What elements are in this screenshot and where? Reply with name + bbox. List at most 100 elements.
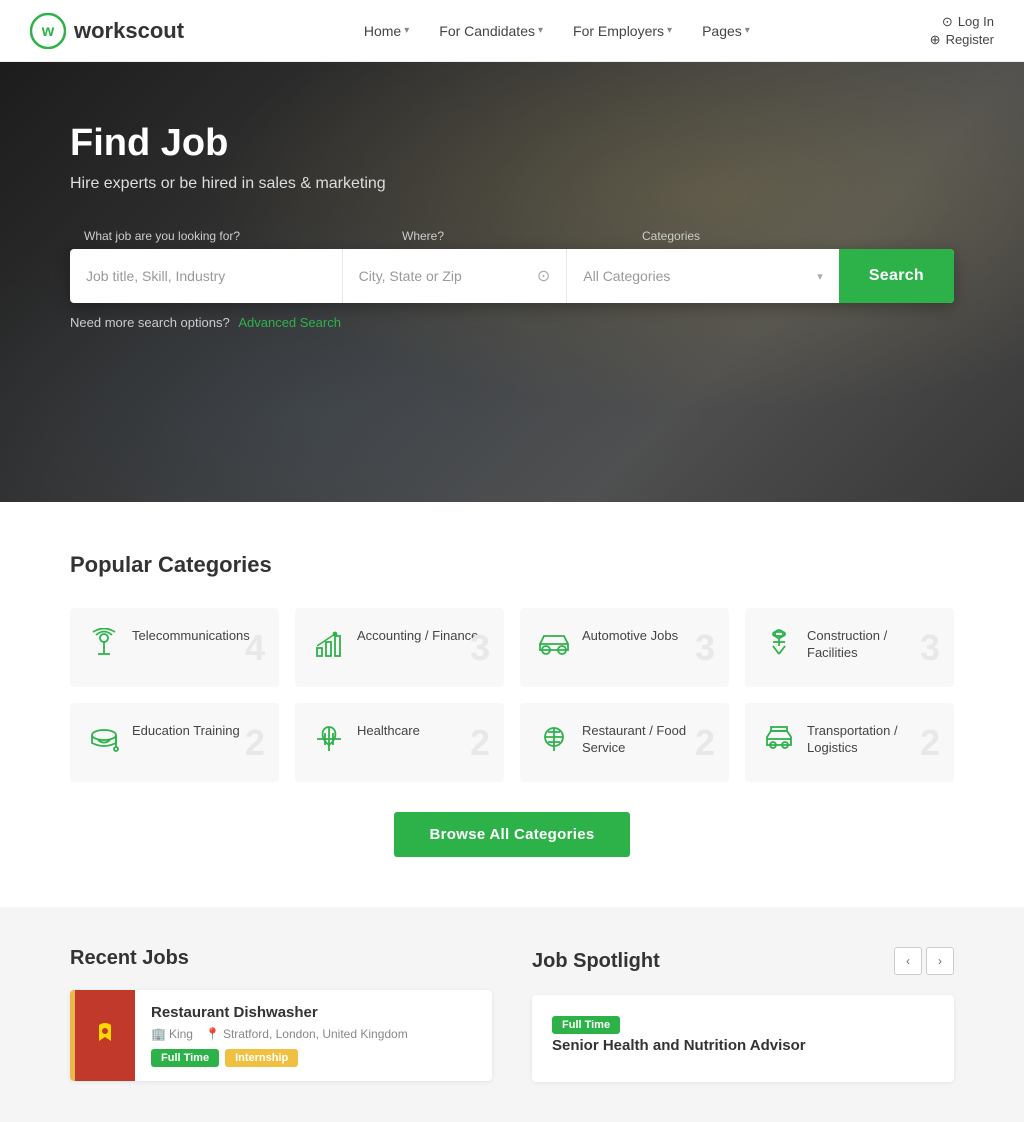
header: w workscout Home ▾ For Candidates ▾ For … xyxy=(0,0,1024,62)
auth-links: ⊙ Log In ⊕ Register xyxy=(930,14,994,48)
restaurant-count: 2 xyxy=(695,722,715,764)
spotlight-job-title: Senior Health and Nutrition Advisor xyxy=(552,1037,934,1054)
category-chevron-icon: ▾ xyxy=(817,270,823,283)
main-nav: Home ▾ For Candidates ▾ For Employers ▾ … xyxy=(352,15,762,47)
home-chevron-icon: ▾ xyxy=(404,25,409,36)
search-box: ⊙ All Categories Accounting / Finance Au… xyxy=(70,249,954,303)
spotlight-next-button[interactable]: › xyxy=(926,947,954,975)
spotlight-nav: ‹ › xyxy=(894,947,954,975)
spotlight-title: Job Spotlight xyxy=(532,950,660,973)
job-search-field[interactable] xyxy=(70,249,343,303)
automotive-icon xyxy=(536,628,572,663)
category-card-education[interactable]: Education Training 2 xyxy=(70,703,279,782)
healthcare-count: 2 xyxy=(470,722,490,764)
education-info: Education Training xyxy=(132,723,263,740)
logo-text: workscout xyxy=(74,18,184,44)
location-meta: 📍 Stratford, London, United Kingdom xyxy=(205,1027,408,1041)
register-icon: ⊕ xyxy=(930,32,941,48)
bottom-section: Recent Jobs Restaurant Dishwasher 🏢 xyxy=(0,907,1024,1122)
categories-title: Popular Categories xyxy=(70,552,954,578)
recent-jobs: Recent Jobs Restaurant Dishwasher 🏢 xyxy=(70,947,492,1082)
category-label: Categories xyxy=(630,223,712,249)
badge-internship: Internship xyxy=(225,1049,298,1067)
hero-section: Find Job Hire experts or be hired in sal… xyxy=(0,62,1024,502)
category-field[interactable]: All Categories Accounting / Finance Auto… xyxy=(567,249,839,303)
advanced-search-bar: Need more search options? Advanced Searc… xyxy=(70,315,954,330)
category-card-telecom[interactable]: Telecommunications 4 xyxy=(70,608,279,687)
category-card-construction[interactable]: Construction / Facilities 3 xyxy=(745,608,954,687)
categories-grid: Telecommunications 4 Accounting / Financ… xyxy=(70,608,954,782)
location-pin-icon: 📍 xyxy=(205,1027,220,1041)
restaurant-icon xyxy=(536,723,572,762)
telecom-count: 4 xyxy=(245,627,265,669)
finance-name: Accounting / Finance xyxy=(357,628,488,645)
what-label: What job are you looking for? xyxy=(70,223,390,249)
location-field[interactable]: ⊙ xyxy=(343,249,568,303)
logo-icon: w xyxy=(30,13,66,49)
finance-count: 3 xyxy=(470,627,490,669)
category-select[interactable]: All Categories Accounting / Finance Auto… xyxy=(583,268,811,284)
telecom-name: Telecommunications xyxy=(132,628,263,645)
spotlight-badge: Full Time xyxy=(552,1016,620,1034)
advanced-search-link[interactable]: Advanced Search xyxy=(238,315,341,330)
nav-employers[interactable]: For Employers ▾ xyxy=(561,15,684,47)
healthcare-info: Healthcare xyxy=(357,723,488,740)
nav-pages[interactable]: Pages ▾ xyxy=(690,15,762,47)
browse-all-button[interactable]: Browse All Categories xyxy=(394,812,631,857)
nav-home[interactable]: Home ▾ xyxy=(352,15,421,47)
location-input[interactable] xyxy=(359,268,529,284)
job-badges: Full Time Internship xyxy=(151,1049,476,1067)
construction-count: 3 xyxy=(920,627,940,669)
healthcare-icon xyxy=(311,723,347,762)
spotlight-card[interactable]: Full Time Senior Health and Nutrition Ad… xyxy=(532,995,954,1082)
spotlight-header: Job Spotlight ‹ › xyxy=(532,947,954,975)
company-meta: 🏢 King xyxy=(151,1027,193,1041)
search-button[interactable]: Search xyxy=(839,249,954,303)
transport-name: Transportation / Logistics xyxy=(807,723,938,757)
category-card-restaurant[interactable]: Restaurant / Food Service 2 xyxy=(520,703,729,782)
login-link[interactable]: ⊙ Log In xyxy=(942,14,994,30)
employers-chevron-icon: ▾ xyxy=(667,25,672,36)
job-search-input[interactable] xyxy=(86,268,326,284)
job-card[interactable]: Restaurant Dishwasher 🏢 King 📍 Stratford… xyxy=(70,990,492,1081)
construction-icon xyxy=(761,628,797,667)
finance-info: Accounting / Finance xyxy=(357,628,488,645)
badge-fulltime: Full Time xyxy=(151,1049,219,1067)
category-card-automotive[interactable]: Automotive Jobs 3 xyxy=(520,608,729,687)
transport-icon xyxy=(761,723,797,762)
where-label: Where? xyxy=(390,223,630,249)
transport-info: Transportation / Logistics xyxy=(807,723,938,757)
healthcare-name: Healthcare xyxy=(357,723,488,740)
finance-icon xyxy=(311,628,347,667)
candidates-chevron-icon: ▾ xyxy=(538,25,543,36)
categories-section: Popular Categories Telecommunications 4 xyxy=(0,502,1024,907)
spotlight-prev-button[interactable]: ‹ xyxy=(894,947,922,975)
nav-candidates[interactable]: For Candidates ▾ xyxy=(427,15,555,47)
job-meta: 🏢 King 📍 Stratford, London, United Kingd… xyxy=(151,1027,476,1041)
construction-info: Construction / Facilities xyxy=(807,628,938,662)
restaurant-name: Restaurant / Food Service xyxy=(582,723,713,757)
category-card-finance[interactable]: Accounting / Finance 3 xyxy=(295,608,504,687)
automotive-name: Automotive Jobs xyxy=(582,628,713,645)
telecom-info: Telecommunications xyxy=(132,628,263,645)
hero-title: Find Job xyxy=(70,122,954,165)
company-icon: 🏢 xyxy=(151,1027,166,1041)
browse-button-wrap: Browse All Categories xyxy=(70,812,954,857)
job-logo xyxy=(75,990,135,1081)
job-logo-text xyxy=(87,1015,123,1057)
education-count: 2 xyxy=(245,722,265,764)
logo[interactable]: w workscout xyxy=(30,13,184,49)
transport-count: 2 xyxy=(920,722,940,764)
recent-jobs-title: Recent Jobs xyxy=(70,947,189,970)
user-icon: ⊙ xyxy=(942,14,953,30)
category-card-transport[interactable]: Transportation / Logistics 2 xyxy=(745,703,954,782)
hero-content: Find Job Hire experts or be hired in sal… xyxy=(0,62,1024,370)
search-labels: What job are you looking for? Where? Cat… xyxy=(70,223,954,249)
pages-chevron-icon: ▾ xyxy=(745,25,750,36)
job-info: Restaurant Dishwasher 🏢 King 📍 Stratford… xyxy=(135,990,492,1081)
register-link[interactable]: ⊕ Register xyxy=(930,32,994,48)
category-card-healthcare[interactable]: Healthcare 2 xyxy=(295,703,504,782)
restaurant-info: Restaurant / Food Service xyxy=(582,723,713,757)
recent-jobs-header: Recent Jobs xyxy=(70,947,492,970)
construction-name: Construction / Facilities xyxy=(807,628,938,662)
